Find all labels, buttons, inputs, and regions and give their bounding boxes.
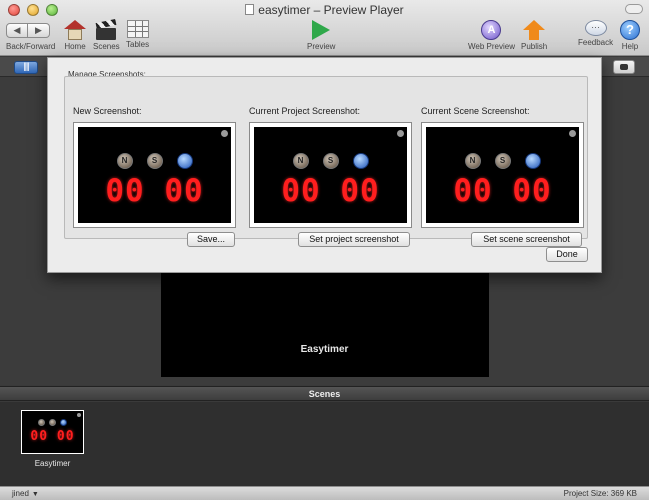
web-preview-label: Web Preview <box>468 42 515 51</box>
project-screenshot-preview: N S 00 00 <box>249 122 412 228</box>
forward-button[interactable]: ▶ <box>28 23 50 38</box>
home-label: Home <box>64 42 86 51</box>
preview-label: Preview <box>307 42 336 51</box>
blue-orb-icon <box>60 419 67 426</box>
corner-dot-icon <box>569 130 576 137</box>
new-screenshot-label: New Screenshot: <box>73 106 142 116</box>
status-bar: jined ▼ Project Size: 369 KB <box>0 486 649 500</box>
home-button[interactable]: Home <box>64 20 86 51</box>
help-icon: ? <box>620 20 640 40</box>
preview-button[interactable]: Preview <box>307 20 335 51</box>
back-forward-control: ◀ ▶ Back/Forward <box>6 20 55 51</box>
upload-arrow-icon <box>523 20 546 40</box>
back-button[interactable]: ◀ <box>6 23 28 38</box>
window-titlebar: easytimer – Preview Player ◀ ▶ Back/Forw… <box>0 0 649 56</box>
chevron-down-icon: ▼ <box>31 491 39 498</box>
set-project-screenshot-button[interactable]: Set project screenshot <box>298 232 410 247</box>
help-button[interactable]: ? Help <box>620 20 640 51</box>
save-screenshot-button[interactable]: Save... <box>187 232 235 247</box>
scenes-panel-header: Scenes <box>0 386 649 401</box>
publish-label: Publish <box>521 42 548 51</box>
corner-dot-icon <box>397 130 404 137</box>
document-icon <box>245 4 255 15</box>
timer-digits: 00 00 <box>105 173 204 209</box>
timer-digits: 00 00 <box>30 429 75 444</box>
help-label: Help <box>621 42 639 51</box>
timer-icons: N S <box>426 153 579 169</box>
north-icon: N <box>464 153 481 169</box>
layout-toggle-button[interactable] <box>14 61 38 74</box>
timer-digits: 00 00 <box>281 173 380 209</box>
clapperboard-icon <box>95 18 117 40</box>
feedback-label: Feedback <box>578 38 614 47</box>
manage-screenshots-dialog: Manage Screenshots: New Screenshot: N S … <box>47 57 602 273</box>
north-icon: N <box>292 153 309 169</box>
screenshots-group: New Screenshot: N S 00 00 Save... Curren… <box>64 76 588 247</box>
back-forward-label: Back/Forward <box>6 42 56 51</box>
timer-icons: N S <box>254 153 407 169</box>
scene-thumbnail[interactable]: 00 00 <box>21 410 84 454</box>
south-icon: S <box>494 153 511 169</box>
scenes-button[interactable]: Scenes <box>93 18 120 51</box>
globe-icon <box>481 20 502 40</box>
project-screenshot-label: Current Project Screenshot: <box>249 106 361 116</box>
scenes-panel: 00 00 Easytimer <box>0 402 649 486</box>
user-menu[interactable]: jined ▼ <box>12 487 39 500</box>
scene-screenshot-preview: N S 00 00 <box>421 122 584 228</box>
scene-label: Easytimer <box>34 459 71 468</box>
timer-icons: N S <box>78 153 231 169</box>
timer-digits: 00 00 <box>453 173 552 209</box>
blue-orb-icon <box>352 153 369 169</box>
chevron-right-icon: ▶ <box>35 25 42 35</box>
scenes-label: Scenes <box>93 42 120 51</box>
south-icon: S <box>146 153 163 169</box>
window-title: easytimer – Preview Player <box>0 3 649 17</box>
new-screenshot-preview: N S 00 00 <box>73 122 236 228</box>
web-preview-button[interactable]: Web Preview <box>468 20 515 51</box>
publish-button[interactable]: Publish <box>521 20 547 51</box>
project-size: Project Size: 369 KB <box>563 489 637 498</box>
table-icon <box>126 20 149 38</box>
timer-icons <box>22 419 83 426</box>
tables-button[interactable]: Tables <box>126 20 149 49</box>
blue-orb-icon <box>524 153 541 169</box>
toolbar-toggle-button[interactable] <box>625 4 643 14</box>
tables-label: Tables <box>126 40 150 49</box>
north-icon <box>38 419 45 426</box>
project-name: Easytimer <box>300 344 349 355</box>
south-icon: S <box>322 153 339 169</box>
set-scene-screenshot-button[interactable]: Set scene screenshot <box>471 232 582 247</box>
blue-orb-icon <box>176 153 193 169</box>
play-icon <box>312 20 331 40</box>
chevron-left-icon: ◀ <box>13 25 21 35</box>
scene-screenshot-label: Current Scene Screenshot: <box>421 106 530 116</box>
north-icon: N <box>116 153 133 169</box>
speech-bubble-icon <box>584 20 607 36</box>
house-icon <box>64 20 86 40</box>
south-icon <box>49 419 56 426</box>
done-button[interactable]: Done <box>546 247 588 262</box>
scene-stage[interactable] <box>161 265 489 377</box>
screenshot-button[interactable] <box>613 60 635 74</box>
feedback-button[interactable]: Feedback <box>578 20 613 47</box>
corner-dot-icon <box>221 130 228 137</box>
user-name: jined <box>12 489 29 498</box>
corner-dot-icon <box>77 413 81 417</box>
